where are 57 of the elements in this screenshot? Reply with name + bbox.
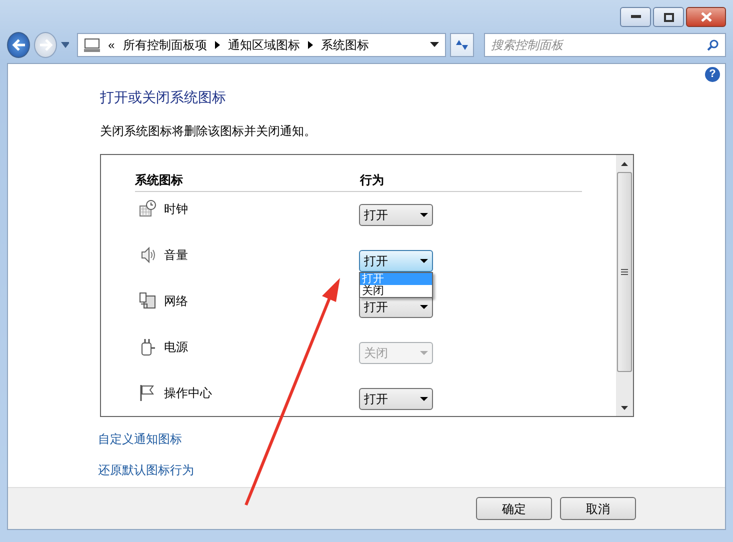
icon-name: 时钟 — [164, 201, 188, 218]
behavior-select[interactable]: 打开 — [359, 204, 433, 226]
back-arrow-icon — [12, 38, 26, 50]
overflow-chevron[interactable]: « — [108, 36, 115, 54]
back-button[interactable] — [7, 32, 30, 58]
behavior-select[interactable]: 打开 — [359, 296, 433, 318]
network-icon — [139, 292, 156, 310]
speaker-icon — [139, 246, 156, 264]
close-icon — [700, 12, 712, 22]
caret-icon — [420, 351, 428, 355]
forward-arrow-icon — [38, 38, 53, 50]
dropdown-caret-icon[interactable] — [430, 42, 440, 47]
dialog-button[interactable]: 确定 — [476, 497, 552, 520]
close-button[interactable] — [686, 7, 726, 27]
computer-icon — [84, 38, 100, 52]
icon-name: 音量 — [164, 247, 188, 264]
breadcrumb-arrow-icon[interactable] — [308, 40, 313, 48]
breadcrumb-link[interactable]: 所有控制面板项 — [122, 36, 207, 54]
minimize-icon — [630, 15, 640, 19]
icon-name: 网络 — [164, 293, 188, 310]
flag-icon — [139, 384, 156, 402]
behavior-select[interactable]: 打开 — [359, 250, 433, 272]
column-header: 行为 — [360, 172, 384, 189]
refresh-icon — [455, 38, 470, 50]
up-arrow-icon — [621, 162, 628, 166]
address-bar[interactable]: « 所有控制面板项 通知区域图标 系统图标 — [77, 32, 446, 56]
caret-icon — [420, 305, 428, 309]
refresh-button[interactable] — [450, 32, 474, 56]
down-arrow-icon — [621, 406, 628, 410]
page-heading: 打开或关闭系统图标 — [100, 88, 227, 107]
scroll-thumb[interactable] — [617, 172, 632, 372]
caret-icon — [420, 259, 428, 263]
maximize-icon — [664, 12, 674, 22]
minimize-button[interactable] — [620, 7, 651, 27]
search-icon — [707, 38, 720, 50]
dropdown-option[interactable]: 关闭 — [360, 285, 432, 297]
history-caret-icon[interactable] — [61, 42, 70, 48]
breadcrumb-link[interactable]: 系统图标 — [320, 36, 369, 54]
description-text: 关闭系统图标将删除该图标并关闭通知。 — [100, 123, 317, 140]
dialog-button[interactable]: 取消 — [560, 497, 636, 520]
scrollbar[interactable] — [616, 155, 633, 416]
icon-name: 电源 — [164, 339, 188, 356]
behavior-select[interactable]: 打开 — [359, 388, 433, 410]
maximize-button[interactable] — [653, 7, 684, 27]
caret-icon — [420, 213, 428, 217]
link[interactable]: 自定义通知图标 — [98, 430, 182, 448]
grip-icon — [621, 269, 628, 275]
column-header: 系统图标 — [135, 172, 184, 189]
icon-name: 操作中心 — [164, 385, 212, 402]
breadcrumb-link[interactable]: 通知区域图标 — [228, 36, 300, 54]
link[interactable]: 还原默认图标行为 — [98, 461, 194, 479]
help-icon[interactable]: ? — [705, 67, 720, 82]
breadcrumb-arrow-icon[interactable] — [214, 40, 220, 48]
search-field[interactable]: 搜索控制面板 — [484, 32, 726, 56]
plug-icon — [139, 338, 156, 356]
caret-icon — [420, 397, 428, 401]
clock-icon — [139, 200, 156, 218]
